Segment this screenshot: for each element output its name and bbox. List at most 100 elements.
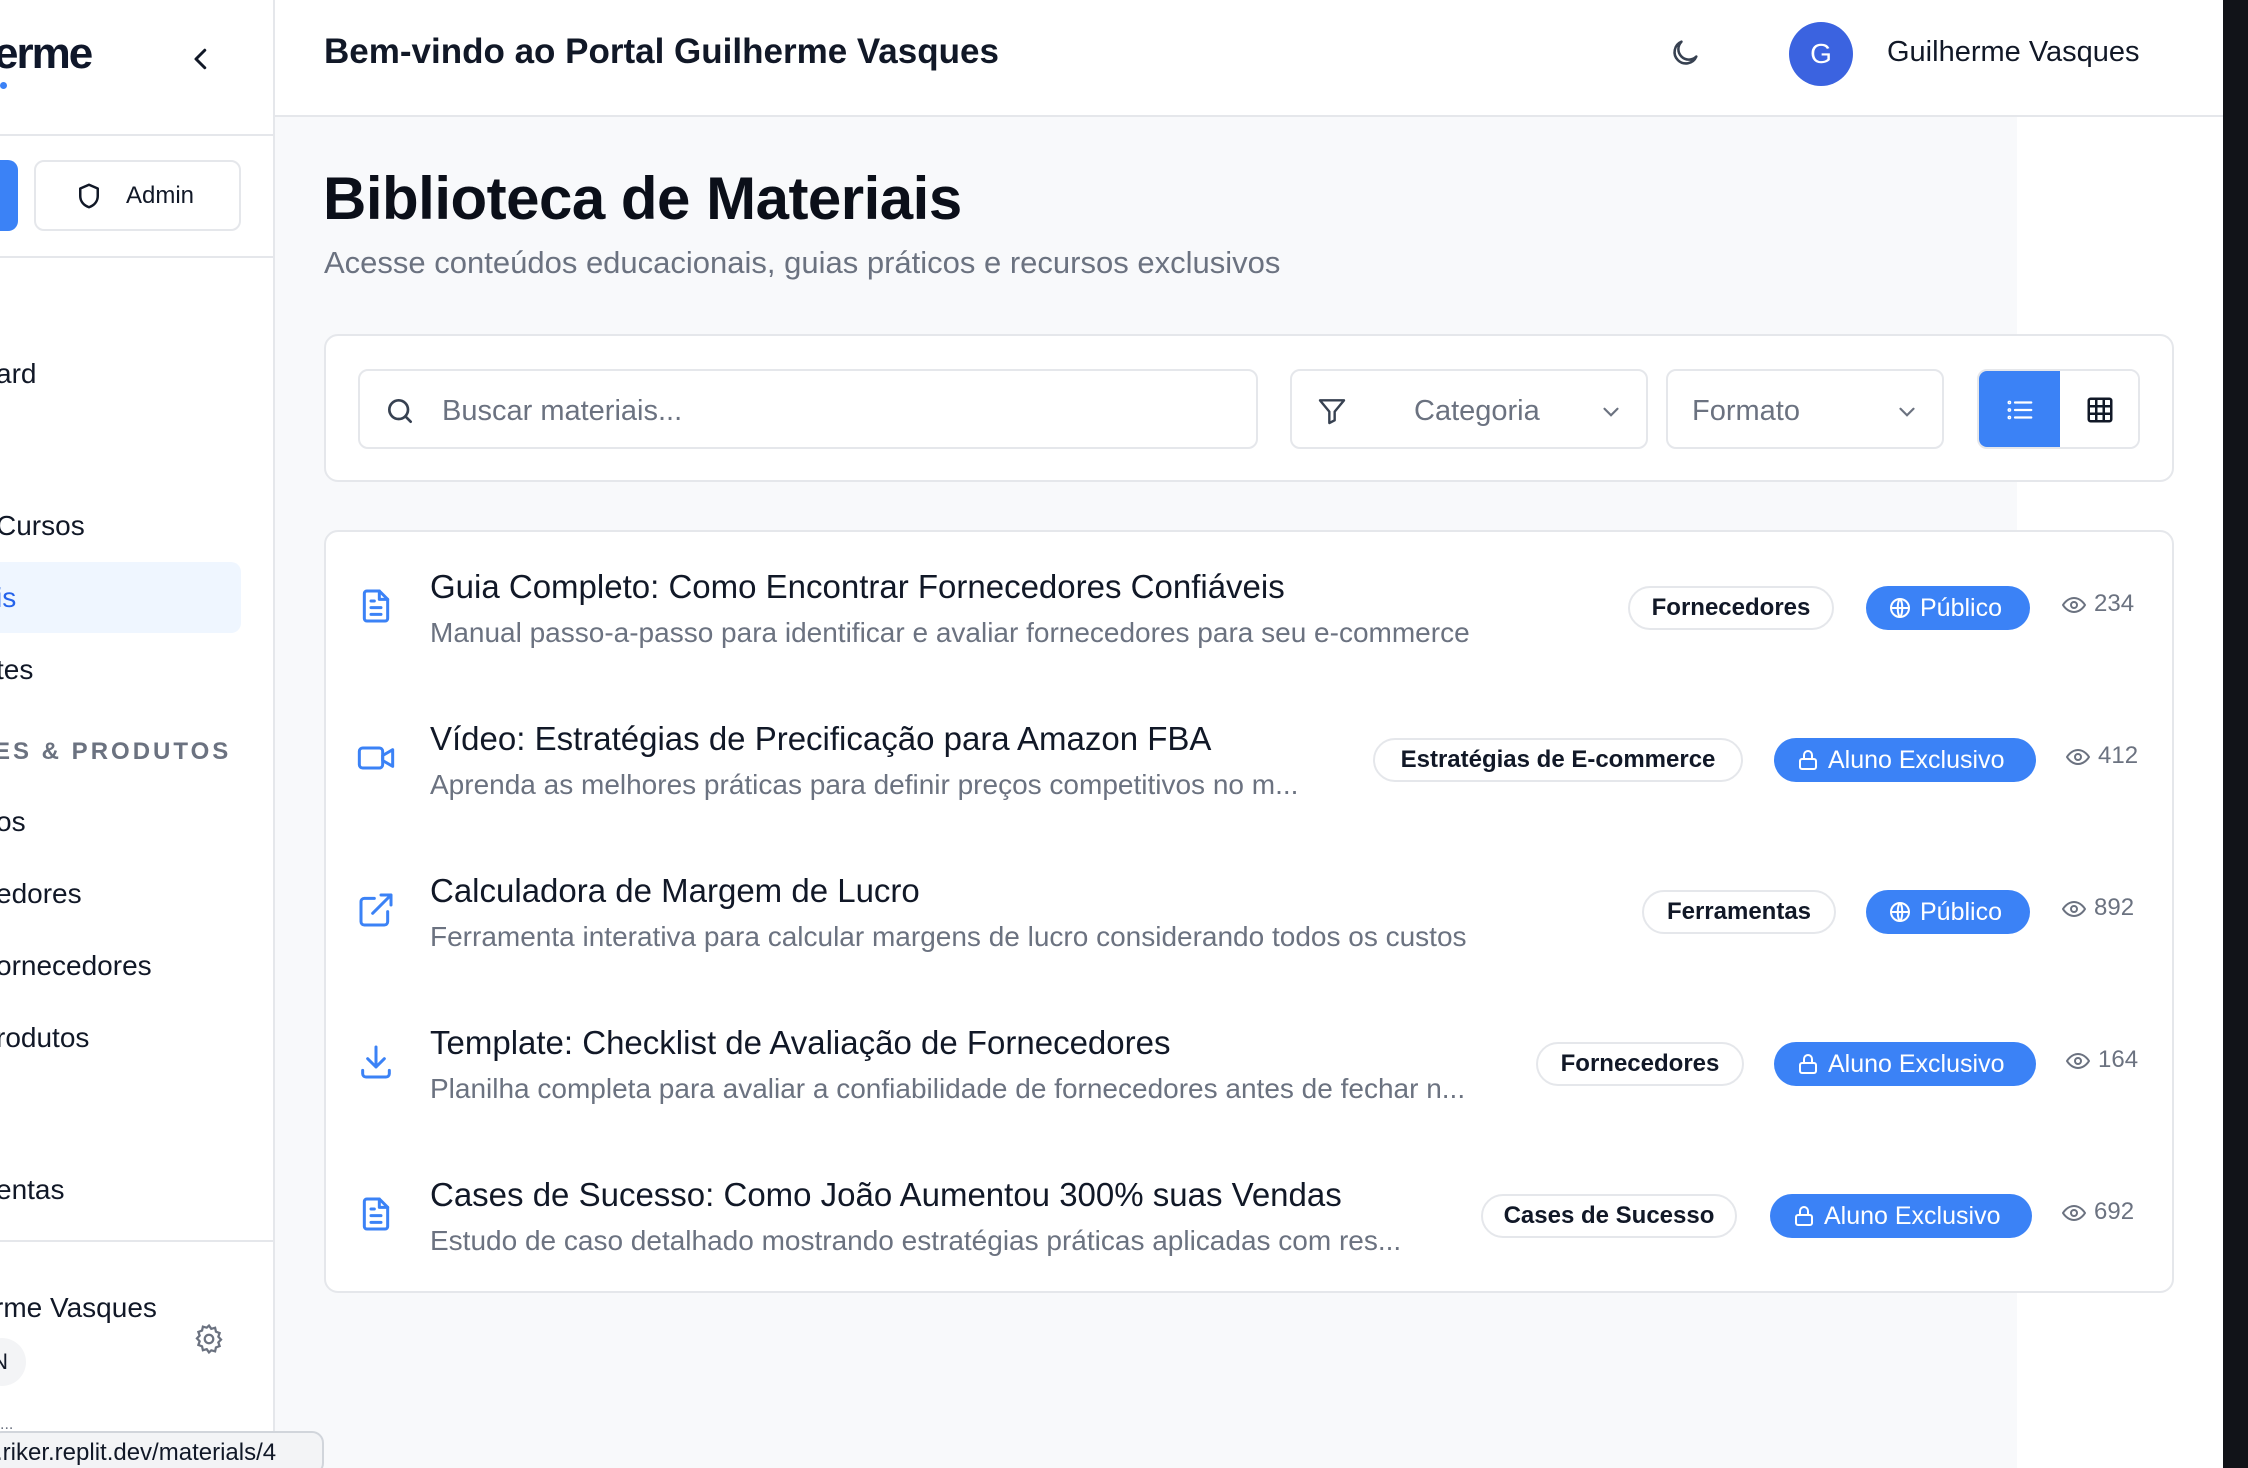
sidebar-item-ferramentas[interactable]: entas [0, 1174, 65, 1206]
admin-mode-button[interactable]: Admin [34, 160, 241, 231]
lock-icon [1795, 1206, 1813, 1226]
sidebar-item-dashboard[interactable]: ard [0, 358, 36, 390]
material-description: Aprenda as melhores práticas para defini… [430, 769, 1299, 800]
access-badge: Aluno Exclusivo [1774, 738, 2036, 782]
materials-list: Guia Completo: Como Encontrar Fornecedor… [324, 530, 2174, 1293]
lock-icon [1799, 750, 1817, 770]
access-badge-label: Aluno Exclusivo [1824, 1202, 2001, 1230]
sidebar-user-name: rme Vasques [0, 1292, 157, 1323]
sidebar-item-materiais[interactable]: is [0, 582, 16, 614]
list-icon [2007, 400, 2033, 420]
search-input[interactable]: Buscar materiais... [358, 369, 1258, 449]
category-badge: Fornecedores [1536, 1042, 1744, 1086]
eye-icon [2062, 1204, 2086, 1222]
mode-button-student[interactable] [0, 160, 18, 231]
format-select-label: Formato [1692, 395, 1800, 427]
eye-icon [2066, 1052, 2090, 1070]
category-badge: Cases de Sucesso [1481, 1194, 1737, 1238]
category-badge: Fornecedores [1628, 586, 1834, 630]
category-badge: Ferramentas [1642, 890, 1836, 934]
access-badge-label: Público [1920, 898, 2002, 926]
welcome-message: Bem-vindo ao Portal Guilherme Vasques [324, 32, 999, 71]
sidebar-item-cursos[interactable]: Cursos [0, 510, 85, 542]
chevron-down-icon [1603, 407, 1619, 417]
view-count-value: 692 [2094, 1198, 2135, 1225]
view-mode-toggle [1977, 369, 2140, 449]
material-title[interactable]: Cases de Sucesso: Como João Aumentou 300… [430, 1176, 1342, 1214]
eye-icon [2066, 748, 2090, 766]
category-badge: Estratégias de E-commerce [1373, 738, 1743, 782]
view-count-value: 164 [2098, 1046, 2139, 1073]
access-badge: Aluno Exclusivo [1774, 1042, 2036, 1086]
material-title[interactable]: Guia Completo: Como Encontrar Fornecedor… [430, 568, 1285, 606]
material-title[interactable]: Calculadora de Margem de Lucro [430, 872, 920, 910]
avatar[interactable]: G [1789, 22, 1853, 86]
access-badge-label: Aluno Exclusivo [1828, 1050, 2005, 1078]
gear-icon[interactable] [192, 1322, 226, 1356]
list-item[interactable]: Cases de Sucesso: Como João Aumentou 300… [326, 1140, 2172, 1292]
grid-icon [2087, 397, 2113, 423]
download-icon [361, 1045, 391, 1079]
sidebar-item-clientes[interactable]: tes [0, 654, 33, 686]
eye-icon [2062, 596, 2086, 614]
globe-icon [1890, 902, 1910, 922]
sidebar-item-avaliar-fornecedores[interactable]: ornecedores [0, 950, 152, 982]
sidebar-section-heading: ES & PRODUTOS [0, 738, 232, 765]
access-badge: Público [1866, 890, 2030, 934]
format-select[interactable]: Formato [1666, 369, 1944, 449]
chevron-left-icon[interactable] [186, 44, 216, 74]
list-item[interactable]: Guia Completo: Como Encontrar Fornecedor… [326, 532, 2172, 684]
material-title[interactable]: Template: Checklist de Avaliação de Forn… [430, 1024, 1170, 1062]
access-badge-label: Aluno Exclusivo [1828, 746, 2005, 774]
shield-icon [79, 183, 99, 208]
view-count: 412 [2066, 742, 2138, 770]
grid-view-button[interactable] [2060, 371, 2138, 447]
material-title[interactable]: Vídeo: Estratégias de Precificação para … [430, 720, 1211, 758]
user-role-badge: N [0, 1338, 26, 1386]
sidebar-item-fornecedores[interactable]: edores [0, 878, 82, 910]
material-description: Planilha completa para avaliar a confiab… [430, 1073, 1466, 1104]
list-view-button[interactable] [1979, 371, 2060, 447]
window-edge [2223, 0, 2248, 1468]
header-user-name[interactable]: Guilherme Vasques [1887, 36, 2140, 69]
link-preview-url: .riker.replit.dev/materials/4 [0, 1431, 324, 1468]
admin-mode-label: Admin [126, 181, 195, 209]
category-select[interactable]: Categoria [1290, 369, 1648, 449]
view-count-value: 892 [2094, 894, 2135, 921]
search-icon [388, 399, 412, 423]
sidebar-item-avaliar-produtos[interactable]: rodutos [0, 1022, 89, 1054]
chevron-down-icon [1899, 407, 1915, 417]
list-item[interactable]: Vídeo: Estratégias de Precificação para … [326, 684, 2172, 836]
sidebar-divider [0, 1240, 273, 1242]
access-badge: Público [1866, 586, 2030, 630]
sidebar-divider [0, 256, 273, 258]
top-header: Bem-vindo ao Portal Guilherme Vasques G … [275, 0, 2223, 117]
view-count: 234 [2062, 590, 2134, 618]
page-title: Biblioteca de Materiais [323, 165, 962, 232]
material-description: Ferramenta interativa para calcular marg… [430, 921, 1467, 952]
sidebar-divider [0, 134, 273, 136]
video-icon [357, 746, 395, 770]
view-count: 892 [2062, 894, 2134, 922]
lock-icon [1799, 1054, 1817, 1074]
list-item[interactable]: Template: Checklist de Avaliação de Forn… [326, 988, 2172, 1140]
eye-icon [2062, 900, 2086, 918]
material-description: Manual passo-a-passo para identificar e … [430, 617, 1470, 648]
material-description: Estudo de caso detalhado mostrando estra… [430, 1225, 1402, 1256]
access-badge: Aluno Exclusivo [1770, 1194, 2032, 1238]
category-select-label: Categoria [1414, 395, 1540, 427]
page-subtitle: Acesse conteúdos educacionais, guias prá… [324, 245, 1281, 280]
access-badge-label: Público [1920, 594, 2002, 622]
view-count-value: 412 [2098, 742, 2139, 769]
sidebar-active-highlight [0, 562, 241, 633]
list-item[interactable]: Calculadora de Margem de Lucro Ferrament… [326, 836, 2172, 988]
filter-bar: Buscar materiais... Categoria Formato [324, 334, 2174, 482]
sidebar: erme Admin ard Cursos is tes ES & PRODUT… [0, 0, 275, 1468]
view-count: 692 [2062, 1198, 2134, 1226]
view-count-value: 234 [2094, 590, 2135, 617]
logo-dot [0, 82, 7, 89]
sidebar-item-produtos[interactable]: os [0, 806, 26, 838]
filter-icon [1318, 399, 1346, 425]
moon-icon[interactable] [1668, 36, 1702, 70]
logo: erme [0, 29, 93, 78]
